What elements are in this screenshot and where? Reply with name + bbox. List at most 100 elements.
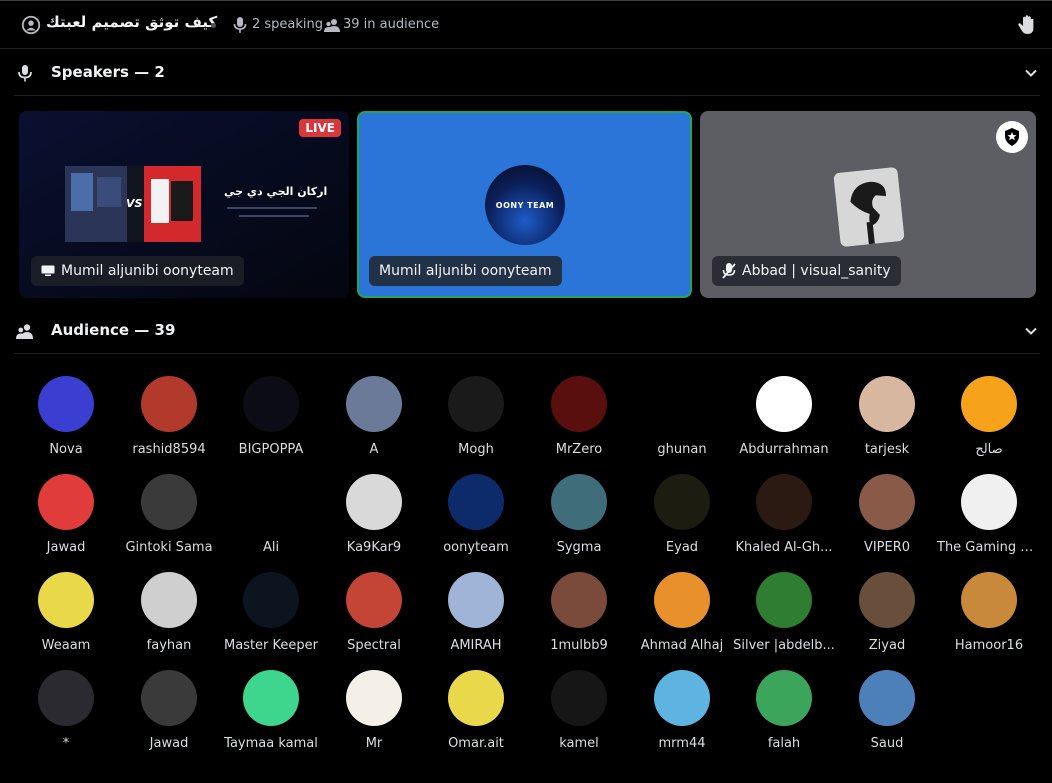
audience-heading: Audience — 39 [51, 321, 176, 339]
member-name: Ziyad [868, 638, 906, 653]
member-name: oonyteam [443, 540, 509, 555]
audience-section-header[interactable]: Audience — 39 [14, 308, 1040, 354]
audience-member[interactable]: Ali [219, 470, 323, 568]
audience-member[interactable]: tarjesk [835, 372, 939, 470]
audience-member[interactable]: 1mulbb9 [527, 568, 631, 666]
audience-member[interactable]: صالح [937, 372, 1041, 470]
avatar [38, 474, 94, 530]
avatar [859, 670, 915, 726]
moderator-badge [996, 121, 1028, 153]
speaker-name: Mumil aljunibi oonyteam [379, 263, 552, 279]
audience-member[interactable]: Master Keeper [219, 568, 323, 666]
speaker-tile-screenshare[interactable]: LIVE اركان الجي دي جي VS Mumil aljunibi … [19, 111, 349, 298]
avatar [141, 376, 197, 432]
avatar [654, 572, 710, 628]
microphone-icon [233, 17, 247, 33]
people-icon [16, 324, 33, 339]
audience-member[interactable]: Weaam [14, 568, 118, 666]
audience-member[interactable]: Nova [14, 372, 118, 470]
member-name: Khaled Al-Gh... [735, 540, 833, 555]
chevron-down-icon[interactable] [1024, 324, 1038, 338]
speaker-tile-active[interactable]: OONY TEAM Mumil aljunibi oonyteam [357, 111, 692, 298]
audience-member[interactable]: fayhan [117, 568, 221, 666]
speakers-section-header[interactable]: Speakers — 2 [14, 50, 1040, 96]
audience-member[interactable]: A [322, 372, 426, 470]
audience-member[interactable]: VIPER0 [835, 470, 939, 568]
audience-member[interactable]: Jawad [14, 470, 118, 568]
muted-microphone-icon [722, 263, 736, 279]
audience-member[interactable]: Ka9Kar9 [322, 470, 426, 568]
avatar [38, 572, 94, 628]
member-name: rashid8594 [132, 442, 206, 457]
audience-member[interactable]: rashid8594 [117, 372, 221, 470]
avatar [346, 376, 402, 432]
audience-member[interactable]: AMIRAH [424, 568, 528, 666]
chevron-down-icon[interactable] [1024, 66, 1038, 80]
speakers-heading: Speakers — 2 [51, 63, 165, 81]
audience-member[interactable]: Hamoor16 [937, 568, 1041, 666]
avatar [243, 474, 299, 530]
audience-member[interactable]: Mogh [424, 372, 528, 470]
audience-member[interactable]: Ahmad Alhaj [630, 568, 734, 666]
avatar [551, 572, 607, 628]
stream-vs-label: VS [126, 197, 143, 210]
member-name: Ahmad Alhaj [640, 638, 724, 653]
avatar [654, 376, 710, 432]
audience-member[interactable]: Omar.ait [424, 666, 528, 764]
member-name: Omar.ait [448, 736, 504, 751]
member-name: ghunan [657, 442, 707, 457]
member-name: Saud [870, 736, 904, 751]
avatar [243, 376, 299, 432]
member-name: fayhan [146, 638, 192, 653]
stage-channel-icon [21, 15, 41, 35]
avatar [859, 376, 915, 432]
audience-member[interactable]: * [14, 666, 118, 764]
audience-member[interactable]: Mr [322, 666, 426, 764]
audience-member[interactable]: ghunan [630, 372, 734, 470]
avatar [833, 166, 905, 248]
audience-member[interactable]: oonyteam [424, 470, 528, 568]
avatar [38, 670, 94, 726]
member-name: Sygma [556, 540, 602, 555]
avatar [243, 670, 299, 726]
audience-member[interactable]: MrZero [527, 372, 631, 470]
audience-member[interactable]: Silver |abdelb... [732, 568, 836, 666]
avatar [141, 572, 197, 628]
member-name: Master Keeper [224, 638, 318, 653]
member-name: Ali [262, 540, 280, 555]
audience-member[interactable]: Jawad [117, 666, 221, 764]
avatar [756, 572, 812, 628]
member-name: VIPER0 [863, 540, 911, 555]
avatar [961, 474, 1017, 530]
speaker-name-pill: Abbad | visual_sanity [712, 256, 901, 286]
audience-member[interactable]: Sygma [527, 470, 631, 568]
avatar: OONY TEAM [485, 165, 565, 245]
speaker-tile-muted[interactable]: Abbad | visual_sanity [700, 111, 1036, 298]
member-name: Taymaa kamal [224, 736, 318, 751]
audience-member[interactable]: Gintoki Sama [117, 470, 221, 568]
member-name: Spectral [347, 638, 401, 653]
shield-star-icon [1005, 128, 1019, 146]
audience-member[interactable]: Spectral [322, 568, 426, 666]
audience-member[interactable]: Eyad [630, 470, 734, 568]
audience-member[interactable]: BIGPOPPA [219, 372, 323, 470]
audience-member[interactable]: mrm44 [630, 666, 734, 764]
audience-member[interactable]: falah [732, 666, 836, 764]
avatar [346, 474, 402, 530]
avatar [961, 572, 1017, 628]
audience-member[interactable]: Saud [835, 666, 939, 764]
raise-hand-icon[interactable] [1016, 13, 1040, 37]
member-name: Hamoor16 [954, 638, 1024, 653]
audience-member[interactable]: kamel [527, 666, 631, 764]
audience-member[interactable]: The Gaming N... [937, 470, 1041, 568]
avatar [448, 376, 504, 432]
audience-member[interactable]: Ziyad [835, 568, 939, 666]
avatar [346, 670, 402, 726]
member-name: 1mulbb9 [550, 638, 608, 653]
avatar [243, 572, 299, 628]
audience-member[interactable]: Khaled Al-Gh... [732, 470, 836, 568]
audience-member[interactable]: Abdurrahman [732, 372, 836, 470]
avatar [756, 670, 812, 726]
member-name: falah [767, 736, 801, 751]
audience-member[interactable]: Taymaa kamal [219, 666, 323, 764]
